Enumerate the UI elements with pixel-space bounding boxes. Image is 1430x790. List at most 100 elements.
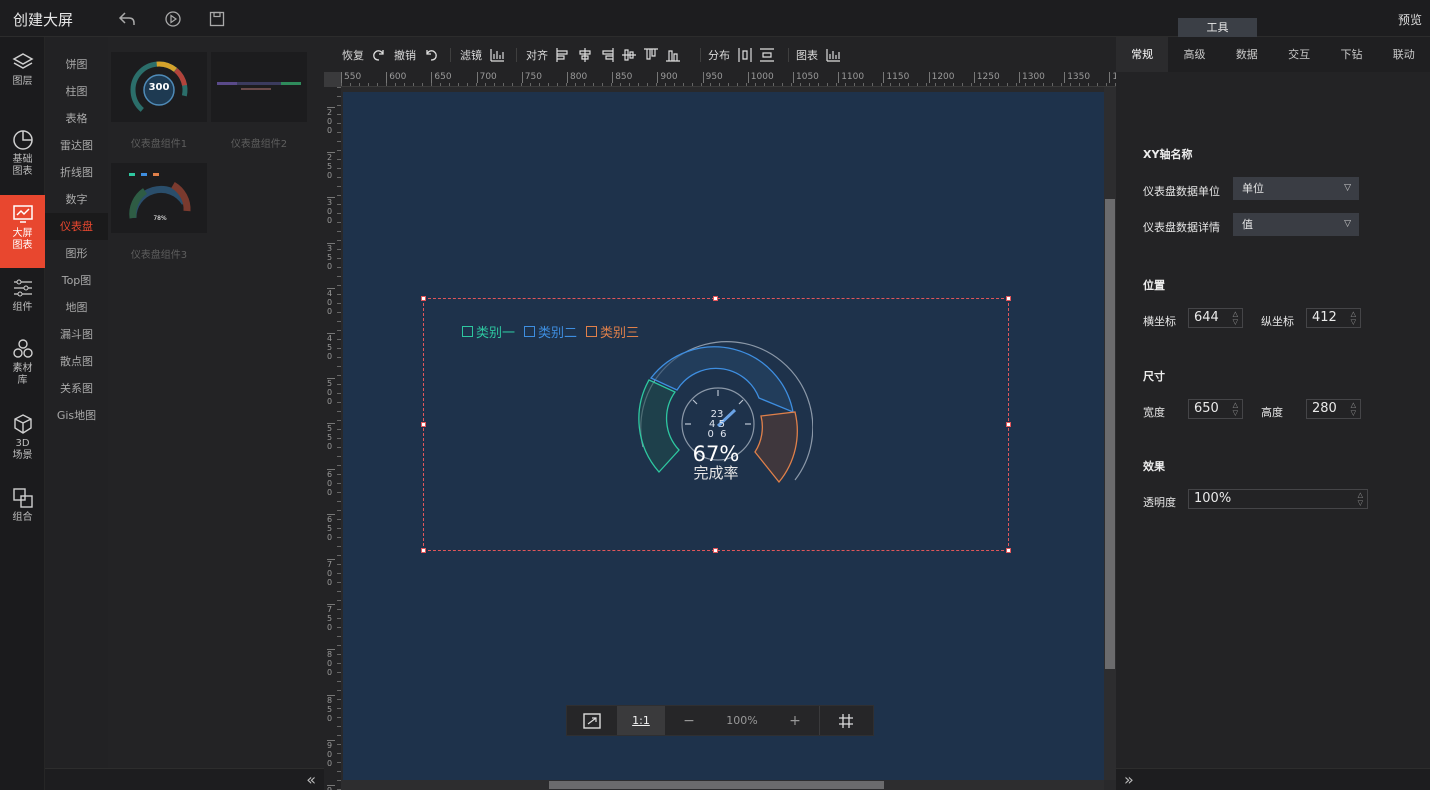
align-label: 对齐: [526, 49, 548, 62]
category-list: 饼图 柱图 表格 雷达图 折线图 数字 仪表盘 图形 Top图 地图 漏斗图 散…: [45, 37, 108, 768]
resize-handle-top-left[interactable]: [421, 296, 426, 301]
rail-item-layers[interactable]: 图层: [0, 51, 45, 88]
resize-handle-bottom[interactable]: [713, 548, 718, 553]
category-item[interactable]: 折线图: [45, 159, 108, 186]
category-item[interactable]: 地图: [45, 294, 108, 321]
actual-size-button[interactable]: 1:1: [617, 706, 665, 735]
thumbnail-gauge-1[interactable]: 300: [111, 52, 207, 122]
component-thumbnails: 300 仪表盘组件1 仪表盘组件2 78% 仪表盘组件3: [108, 37, 324, 768]
category-item[interactable]: 关系图: [45, 375, 108, 402]
distribute-v-icon[interactable]: [759, 47, 775, 63]
ruler-left-label: 750: [327, 604, 335, 632]
page-title: 创建大屏: [13, 11, 74, 29]
rail-label: 组件: [12, 302, 33, 313]
detail-select[interactable]: 值 ▽: [1233, 213, 1359, 236]
resize-handle-top-right[interactable]: [1006, 296, 1011, 301]
rail-item-screen-chart[interactable]: 大屏 图表: [0, 195, 45, 268]
undo-group[interactable]: 撤销: [394, 46, 442, 64]
stepper-icon[interactable]: △ ▽: [1351, 310, 1356, 326]
chart-group[interactable]: 图表: [796, 46, 844, 64]
stepper-icon[interactable]: △ ▽: [1351, 401, 1356, 417]
resize-handle-bottom-left[interactable]: [421, 548, 426, 553]
ruler-top-label: 550: [341, 72, 361, 83]
zoom-out-button[interactable]: −: [665, 706, 713, 735]
hexagons-icon: [12, 339, 33, 358]
preview-button[interactable]: 预览: [1398, 11, 1422, 28]
rail-item-group[interactable]: 组合: [0, 487, 45, 524]
legend-item[interactable]: 类别一: [462, 322, 515, 341]
gauge-legend: 类别一 类别二 类别三: [462, 322, 648, 341]
resize-handle-left[interactable]: [421, 422, 426, 427]
category-item-gauge[interactable]: 仪表盘: [45, 213, 108, 240]
play-icon[interactable]: [164, 10, 182, 28]
stepper-icon[interactable]: △ ▽: [1233, 310, 1238, 326]
rail-item-3d-scene[interactable]: 3D 场景: [0, 413, 45, 462]
vertical-scroll-thumb[interactable]: [1105, 199, 1115, 669]
top-bar: 创建大屏 工具 预览: [0, 0, 1430, 37]
category-item[interactable]: Gis地图: [45, 402, 108, 429]
rail-item-basic-chart[interactable]: 基础 图表: [0, 129, 45, 178]
editor-toolbar: 恢复 撤销 滤镜 对齐 分布 图表: [324, 37, 1116, 72]
ruler-top-label: 1250: [973, 72, 1000, 83]
stepper-icon[interactable]: △ ▽: [1233, 401, 1238, 417]
category-item[interactable]: 饼图: [45, 51, 108, 78]
ruler-left-label: 350: [327, 242, 335, 271]
y-input[interactable]: 412 △ ▽: [1306, 308, 1361, 328]
fit-screen-button[interactable]: [567, 706, 617, 735]
y-label: 纵坐标: [1261, 315, 1294, 328]
category-item[interactable]: 柱图: [45, 78, 108, 105]
save-icon[interactable]: [208, 10, 226, 28]
rail-item-assets[interactable]: 素材 库: [0, 338, 45, 387]
category-item[interactable]: Top图: [45, 267, 108, 294]
back-icon[interactable]: [118, 10, 136, 28]
redo-group[interactable]: 恢复: [342, 46, 390, 64]
resize-handle-right[interactable]: [1006, 422, 1011, 427]
stepper-icon[interactable]: △ ▽: [1358, 491, 1363, 507]
tab-advanced[interactable]: 高级: [1168, 37, 1220, 72]
tab-data[interactable]: 数据: [1221, 37, 1273, 72]
tab-interaction[interactable]: 交互: [1273, 37, 1325, 72]
ruler-top-label: 600: [386, 72, 406, 83]
align-right-icon[interactable]: [599, 47, 615, 63]
filter-group[interactable]: 滤镜: [460, 46, 508, 64]
distribute-h-icon[interactable]: [737, 47, 753, 63]
gauge-tick-labels: 23 4 5 0 6: [700, 410, 734, 440]
thumbnail-gauge-3[interactable]: 78%: [111, 163, 207, 233]
resize-handle-bottom-right[interactable]: [1006, 548, 1011, 553]
tab-general[interactable]: 常规: [1116, 37, 1169, 72]
properties-tabs: 常规 高级 数据 交互 下钻 联动: [1116, 37, 1430, 72]
category-item[interactable]: 数字: [45, 186, 108, 213]
resize-handle-top[interactable]: [713, 296, 718, 301]
thumbnail-gauge-2[interactable]: [211, 52, 307, 122]
legend-item[interactable]: 类别二: [524, 322, 577, 341]
unit-select[interactable]: 单位 ▽: [1233, 177, 1359, 200]
category-item[interactable]: 雷达图: [45, 132, 108, 159]
align-top-icon[interactable]: [643, 47, 659, 63]
tab-linkage[interactable]: 联动: [1378, 37, 1430, 72]
horizontal-scrollbar[interactable]: [341, 780, 1104, 790]
width-input[interactable]: 650 △ ▽: [1188, 399, 1243, 419]
redo-icon: [373, 50, 384, 61]
ruler-top-label: 950: [702, 72, 723, 83]
zoom-in-button[interactable]: +: [771, 706, 819, 735]
tools-tab[interactable]: 工具: [1178, 18, 1257, 37]
category-item[interactable]: 图形: [45, 240, 108, 267]
expand-right-icon[interactable]: »: [1124, 770, 1134, 789]
category-item[interactable]: 散点图: [45, 348, 108, 375]
align-left-icon[interactable]: [555, 47, 571, 63]
vertical-scrollbar[interactable]: [1104, 87, 1116, 780]
horizontal-scroll-thumb[interactable]: [549, 781, 884, 789]
align-bottom-icon[interactable]: [665, 47, 681, 63]
rail-item-components[interactable]: 组件: [0, 277, 45, 314]
align-center-h-icon[interactable]: [577, 47, 593, 63]
tab-drilldown[interactable]: 下钻: [1325, 37, 1377, 72]
grid-toggle-button[interactable]: [819, 706, 871, 735]
collapse-left-icon[interactable]: «: [306, 770, 316, 789]
height-input[interactable]: 280 △ ▽: [1306, 399, 1361, 419]
x-input[interactable]: 644 △ ▽: [1188, 308, 1243, 328]
align-center-v-icon[interactable]: [621, 47, 637, 63]
opacity-input-value: 100%: [1194, 491, 1232, 506]
category-item[interactable]: 漏斗图: [45, 321, 108, 348]
category-item[interactable]: 表格: [45, 105, 108, 132]
opacity-input[interactable]: 100% △ ▽: [1188, 489, 1368, 509]
